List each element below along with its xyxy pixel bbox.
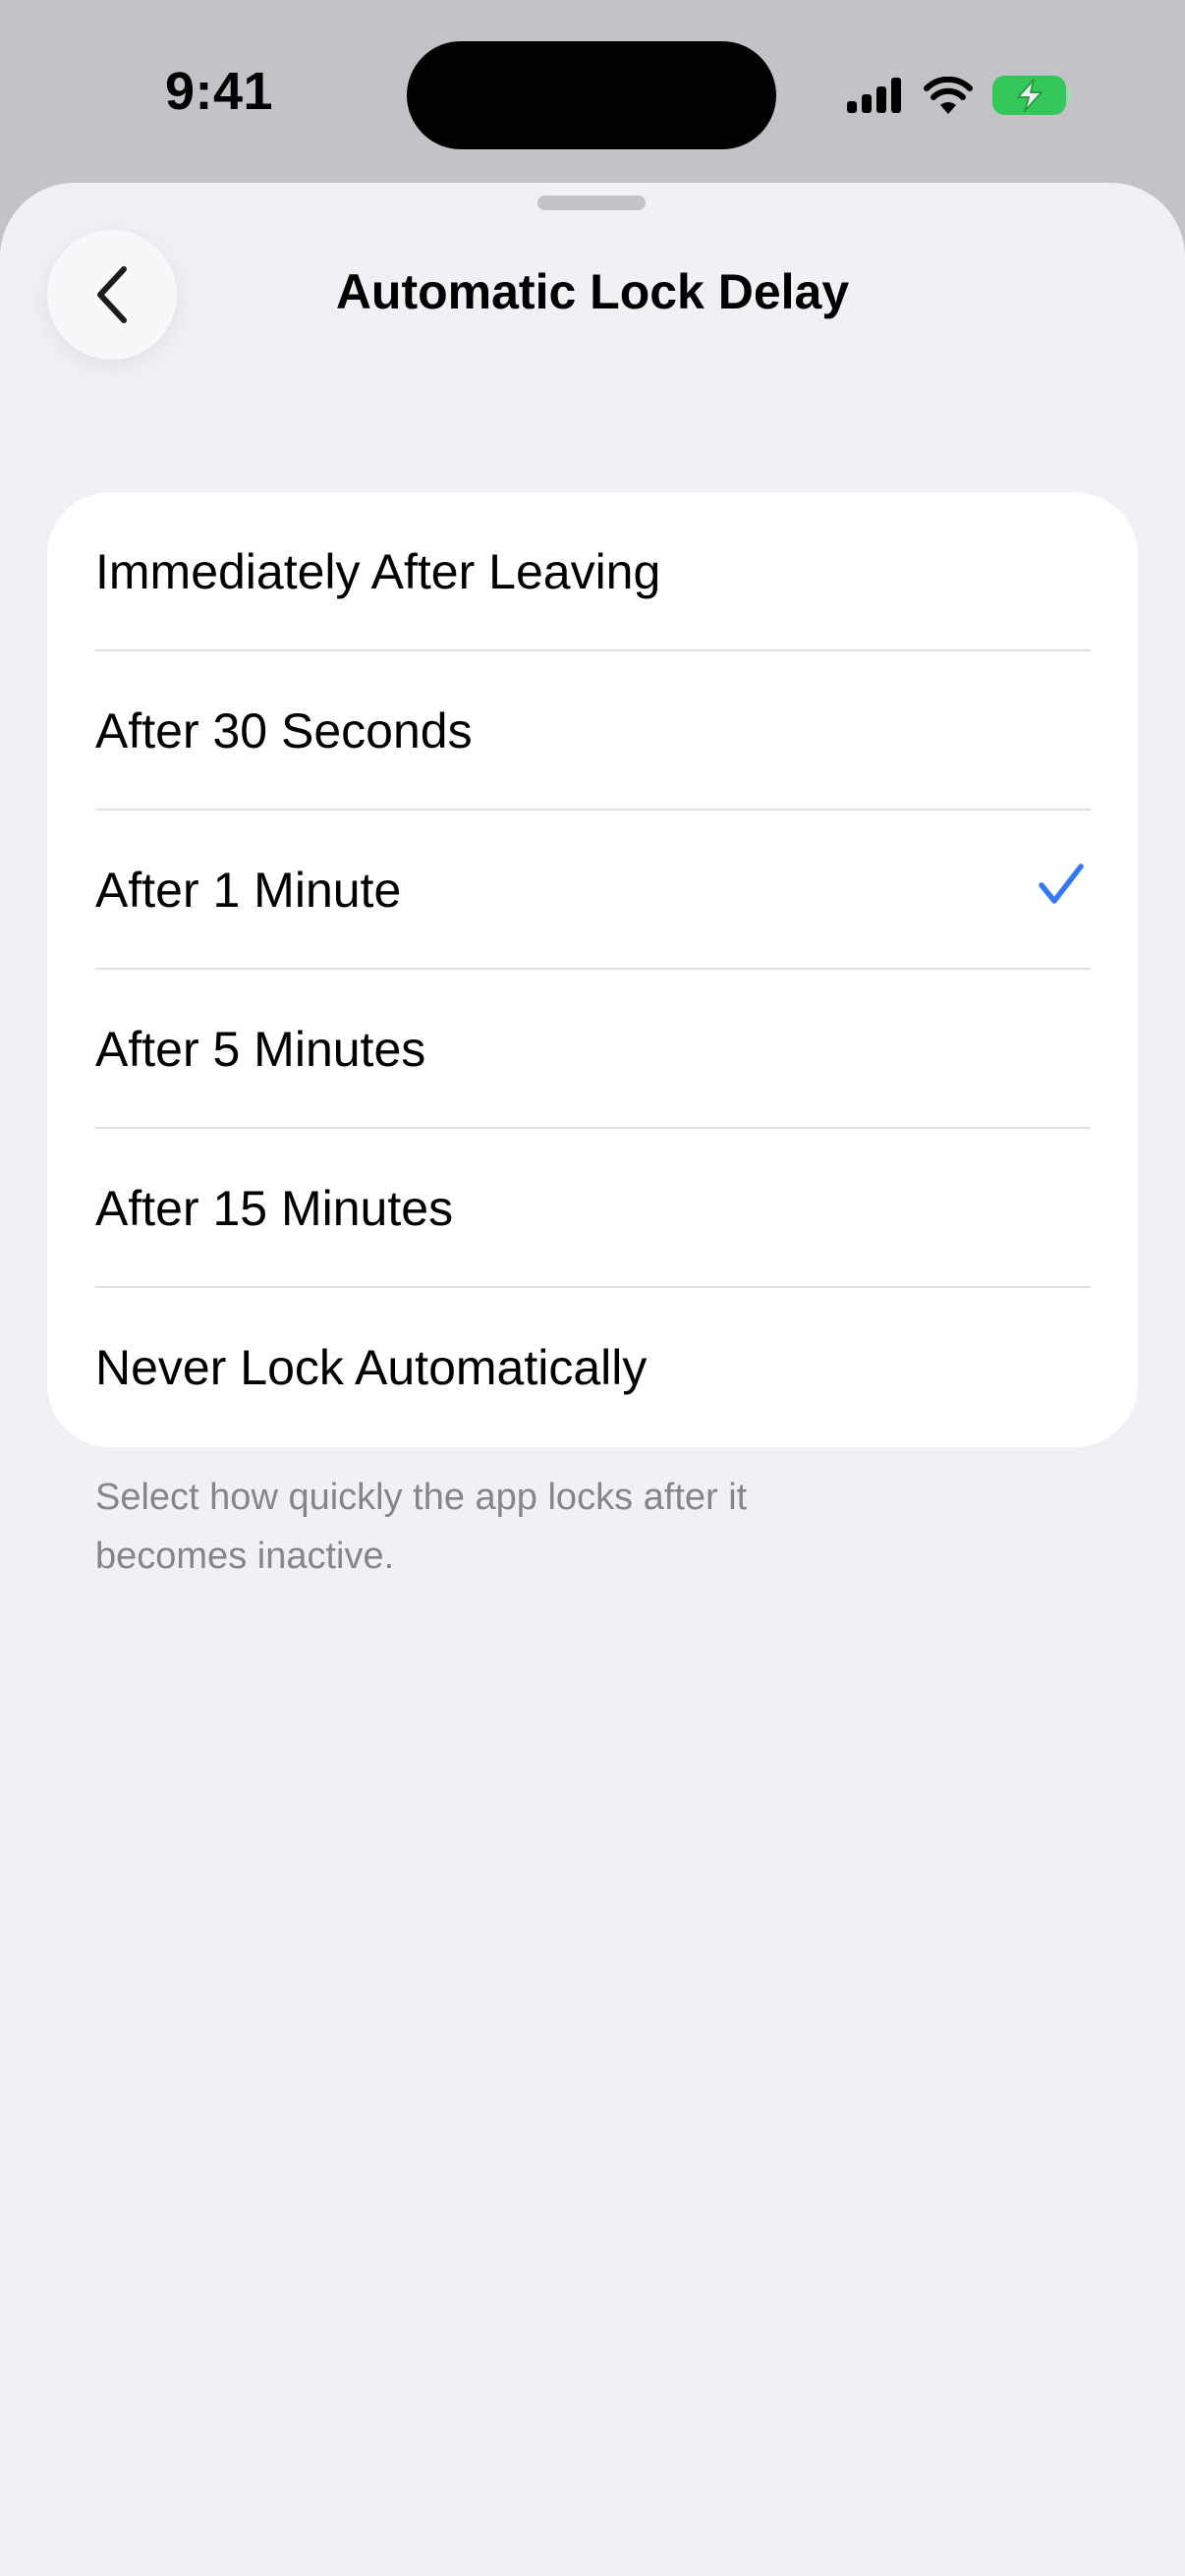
options-list: Immediately After Leaving After 30 Secon… bbox=[47, 492, 1138, 1447]
option-immediately[interactable]: Immediately After Leaving bbox=[47, 492, 1138, 651]
sheet-grabber[interactable] bbox=[537, 196, 646, 210]
status-bar: 9:41 bbox=[0, 0, 1185, 183]
option-30-seconds[interactable]: After 30 Seconds bbox=[47, 651, 1138, 811]
wifi-icon bbox=[924, 77, 973, 114]
status-time: 9:41 bbox=[165, 62, 274, 121]
option-never[interactable]: Never Lock Automatically bbox=[47, 1288, 1138, 1447]
option-label: After 1 Minute bbox=[95, 863, 402, 918]
battery-charging-icon bbox=[992, 76, 1072, 115]
option-5-minutes[interactable]: After 5 Minutes bbox=[47, 970, 1138, 1129]
option-label: Immediately After Leaving bbox=[95, 544, 661, 599]
status-icons bbox=[847, 73, 1073, 118]
cellular-signal-icon bbox=[847, 78, 901, 113]
option-label: Never Lock Automatically bbox=[95, 1340, 648, 1395]
footer-note: Select how quickly the app locks after i… bbox=[95, 1477, 748, 1577]
option-1-minute[interactable]: After 1 Minute bbox=[47, 811, 1138, 970]
option-label: After 15 Minutes bbox=[95, 1181, 454, 1236]
page-title: Automatic Lock Delay bbox=[335, 264, 850, 319]
option-label: After 5 Minutes bbox=[95, 1022, 426, 1077]
option-label: After 30 Seconds bbox=[95, 703, 473, 758]
checkmark-icon bbox=[1039, 864, 1084, 904]
modal-sheet: Automatic Lock Delay Immediately After L… bbox=[0, 183, 1185, 2576]
dynamic-island bbox=[407, 41, 776, 149]
option-15-minutes[interactable]: After 15 Minutes bbox=[47, 1129, 1138, 1288]
